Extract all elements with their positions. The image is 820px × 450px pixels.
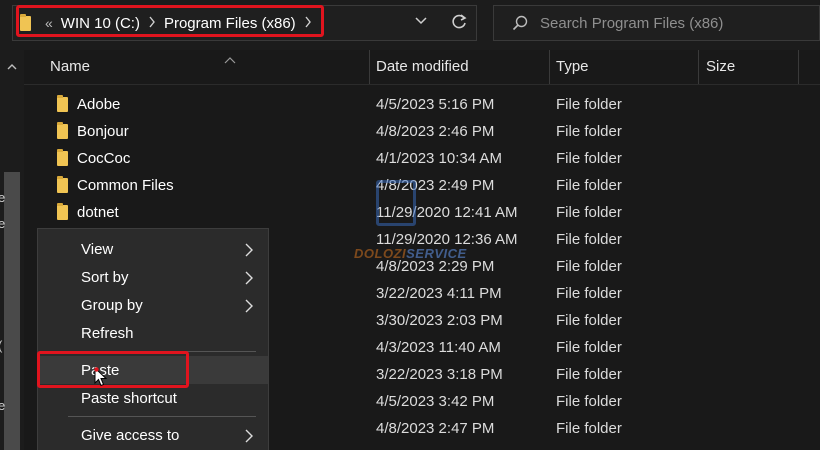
file-date: 4/5/2023 3:42 PM — [376, 393, 495, 410]
file-date: 3/22/2023 4:11 PM — [376, 285, 502, 302]
file-name: Common Files — [77, 177, 174, 194]
menu-item-paste-shortcut[interactable]: Paste shortcut — [38, 384, 268, 412]
file-type: File folder — [556, 258, 622, 275]
file-type: File folder — [556, 339, 622, 356]
folder-icon — [20, 13, 31, 31]
nav-item-fragment[interactable]: e — [0, 216, 5, 231]
menu-item-view[interactable]: View — [38, 235, 268, 263]
file-date: 4/5/2023 5:16 PM — [376, 96, 495, 113]
menu-item-label: Group by — [81, 297, 143, 314]
chevron-right-icon — [245, 243, 253, 257]
file-type: File folder — [556, 420, 622, 437]
menu-item-label: View — [81, 241, 114, 258]
file-date: 4/1/2023 10:34 AM — [376, 150, 502, 167]
menu-item-group-by[interactable]: Group by — [38, 291, 268, 319]
file-name: Adobe — [77, 96, 121, 113]
column-divider[interactable] — [549, 50, 550, 84]
file-type: File folder — [556, 204, 622, 221]
menu-item-give-access[interactable]: Give access to — [38, 421, 268, 449]
folder-icon — [57, 176, 68, 193]
breadcrumb: « WIN 10 (C:) Program Files (x86) — [20, 13, 320, 33]
menu-item-refresh[interactable]: Refresh — [38, 319, 268, 347]
context-menu: View Sort by Group by Refresh Paste Past… — [37, 228, 269, 450]
file-date: 11/29/2020 12:41 AM — [376, 204, 518, 221]
column-divider[interactable] — [698, 50, 699, 84]
chevron-right-icon[interactable] — [304, 15, 312, 31]
file-type: File folder — [556, 312, 622, 329]
chevron-down-icon[interactable] — [413, 13, 429, 29]
table-row[interactable]: Adobe 4/5/2023 5:16 PM File folder — [24, 90, 820, 117]
table-row[interactable]: Common Files 4/8/2023 2:49 PM File folde… — [24, 171, 820, 198]
chevron-right-icon[interactable] — [148, 15, 156, 31]
breadcrumb-folder[interactable]: Program Files (x86) — [164, 15, 296, 32]
menu-separator — [68, 351, 256, 352]
file-name: CocCoc — [77, 150, 131, 167]
column-header-name[interactable]: Name — [50, 58, 90, 75]
column-divider[interactable] — [798, 50, 799, 84]
navigation-pane[interactable]: e e ( e — [0, 50, 24, 450]
mouse-cursor-icon — [94, 366, 108, 387]
menu-item-label: Refresh — [81, 325, 134, 342]
folder-icon — [57, 95, 68, 112]
sort-ascending-icon — [224, 51, 236, 64]
search-icon — [512, 15, 528, 31]
file-type: File folder — [556, 393, 622, 410]
file-date: 4/8/2023 2:46 PM — [376, 123, 495, 140]
table-row[interactable]: CocCoc 4/1/2023 10:34 AM File folder — [24, 144, 820, 171]
nav-item-fragment[interactable]: e — [0, 190, 5, 205]
table-row[interactable]: dotnet 11/29/2020 12:41 AM File folder — [24, 198, 820, 225]
menu-item-label: Paste shortcut — [81, 390, 177, 407]
refresh-icon[interactable] — [450, 12, 468, 32]
scrollbar-thumb[interactable] — [4, 172, 20, 450]
file-type: File folder — [556, 231, 622, 248]
file-date: 4/3/2023 11:40 AM — [376, 339, 501, 356]
file-date: 3/22/2023 3:18 PM — [376, 366, 503, 383]
breadcrumb-overflow[interactable]: « — [45, 15, 53, 31]
scroll-up-icon[interactable] — [7, 58, 17, 70]
menu-item-label: Sort by — [81, 269, 129, 286]
column-header-row: Name Date modified Type Size — [24, 50, 820, 85]
file-name: Bonjour — [77, 123, 129, 140]
folder-icon — [57, 122, 68, 139]
menu-item-paste[interactable]: Paste — [38, 356, 268, 384]
nav-item-fragment[interactable]: ( — [0, 338, 2, 353]
top-bar: « WIN 10 (C:) Program Files (x86) — [0, 0, 820, 50]
table-row[interactable]: Bonjour 4/8/2023 2:46 PM File folder — [24, 117, 820, 144]
folder-icon — [57, 149, 68, 166]
search-box[interactable] — [493, 5, 820, 41]
file-type: File folder — [556, 177, 622, 194]
column-header-size[interactable]: Size — [706, 58, 735, 75]
chevron-right-icon — [245, 271, 253, 285]
file-type: File folder — [556, 150, 622, 167]
menu-item-sort-by[interactable]: Sort by — [38, 263, 268, 291]
search-input[interactable] — [540, 13, 810, 33]
chevron-right-icon — [245, 429, 253, 443]
file-date: 4/8/2023 2:49 PM — [376, 177, 495, 194]
file-type: File folder — [556, 366, 622, 383]
file-type: File folder — [556, 285, 622, 302]
file-date: 4/8/2023 2:47 PM — [376, 420, 495, 437]
nav-item-fragment[interactable]: e — [0, 398, 5, 413]
column-divider[interactable] — [369, 50, 370, 84]
file-date: 3/30/2023 2:03 PM — [376, 312, 503, 329]
file-type: File folder — [556, 96, 622, 113]
column-header-type[interactable]: Type — [556, 58, 589, 75]
chevron-right-icon — [245, 299, 253, 313]
folder-icon — [57, 203, 68, 220]
file-name: dotnet — [77, 204, 119, 221]
file-type: File folder — [556, 123, 622, 140]
file-date: 11/29/2020 12:36 AM — [376, 231, 518, 248]
breadcrumb-drive[interactable]: WIN 10 (C:) — [61, 15, 140, 32]
menu-separator — [68, 416, 256, 417]
column-header-date[interactable]: Date modified — [376, 58, 469, 75]
menu-item-label: Give access to — [81, 427, 180, 444]
file-date: 4/8/2023 2:29 PM — [376, 258, 495, 275]
